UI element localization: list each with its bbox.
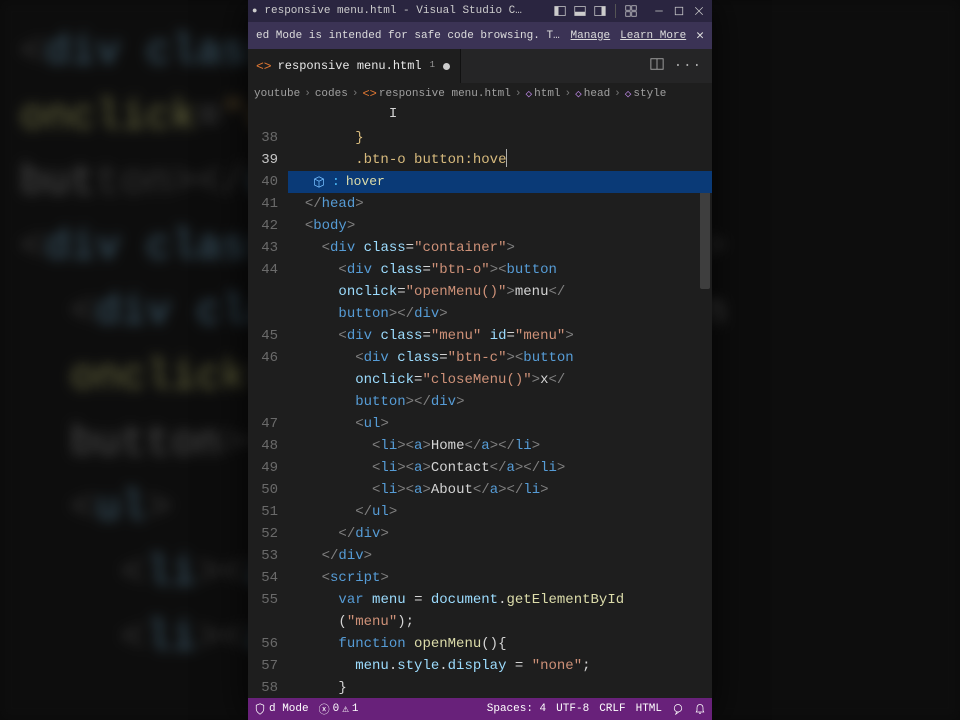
language-indicator[interactable]: HTML [636, 703, 662, 715]
editor-area[interactable]: 3839404142434445464748495051525354555657… [248, 105, 712, 698]
trust-message: ed Mode is intended for safe code browsi… [256, 30, 561, 42]
problems-status[interactable]: ⓧ0 ⚠1 [319, 701, 359, 717]
html-file-icon: <> [362, 87, 376, 101]
code-content[interactable]: I } .btn-o button:hove:hover </head> <bo… [288, 105, 712, 698]
feedback-icon[interactable] [672, 703, 684, 715]
spaces-indicator[interactable]: Spaces: 4 [487, 703, 546, 715]
vertical-scrollbar[interactable] [700, 109, 710, 698]
minimize-button[interactable] [650, 2, 668, 20]
editor-tabs: <> responsive menu.html 1 ··· [248, 49, 712, 83]
close-button[interactable] [690, 2, 708, 20]
breadcrumb-file[interactable]: responsive menu.html [379, 88, 511, 100]
restricted-mode-banner: ed Mode is intended for safe code browsi… [248, 22, 712, 49]
title-filename: responsive menu.html [264, 5, 396, 17]
restricted-mode-status[interactable]: d Mode [254, 703, 309, 715]
learn-more-link[interactable]: Learn More [620, 30, 686, 42]
mode-label: d Mode [269, 703, 309, 715]
toggle-primary-sidebar-icon[interactable] [551, 2, 569, 20]
breadcrumb-symbol[interactable]: head [584, 88, 610, 100]
html-file-icon: <> [256, 59, 272, 74]
title-sep: - [403, 5, 416, 17]
customize-layout-icon[interactable] [622, 2, 640, 20]
modified-dot-icon [443, 63, 450, 70]
error-icon: ⓧ [319, 701, 330, 717]
symbol-icon: ◇ [526, 87, 533, 101]
close-icon[interactable]: ✕ [696, 28, 704, 43]
maximize-button[interactable] [670, 2, 688, 20]
split-editor-icon[interactable] [650, 57, 664, 75]
breadcrumb-folder[interactable]: youtube [254, 88, 300, 100]
toggle-panel-icon[interactable] [571, 2, 589, 20]
symbol-icon: ◇ [625, 87, 632, 101]
tab-responsive-menu[interactable]: <> responsive menu.html 1 [248, 49, 461, 83]
breadcrumbs[interactable]: youtube› codes› <> responsive menu.html›… [248, 83, 712, 105]
tab-label: responsive menu.html [278, 59, 422, 73]
symbol-icon [312, 175, 326, 189]
title-bar: ● responsive menu.html - Visual Studio C… [248, 0, 712, 22]
dirty-dot-icon: ● [252, 6, 257, 16]
vscode-window: ● responsive menu.html - Visual Studio C… [248, 0, 712, 720]
more-actions-icon[interactable]: ··· [674, 58, 702, 74]
autocomplete-suggestion[interactable]: :hover [288, 171, 712, 193]
toggle-secondary-sidebar-icon[interactable] [591, 2, 609, 20]
encoding-indicator[interactable]: UTF-8 [556, 703, 589, 715]
eol-indicator[interactable]: CRLF [599, 703, 625, 715]
symbol-icon: ◇ [575, 87, 582, 101]
warning-icon: ⚠ [342, 702, 349, 716]
breadcrumb-symbol[interactable]: style [633, 88, 666, 100]
manage-link[interactable]: Manage [571, 30, 611, 42]
notifications-icon[interactable] [694, 703, 706, 715]
breadcrumb-folder[interactable]: codes [315, 88, 348, 100]
line-number-gutter: 3839404142434445464748495051525354555657… [248, 105, 288, 698]
tab-badge: 1 [428, 60, 437, 70]
window-title: responsive menu.html - Visual Studio C… [264, 5, 547, 17]
title-app: Visual Studio C… [416, 5, 522, 17]
breadcrumb-symbol[interactable]: html [534, 88, 560, 100]
status-bar: d Mode ⓧ0 ⚠1 Spaces: 4 UTF-8 CRLF HTML [248, 698, 712, 720]
